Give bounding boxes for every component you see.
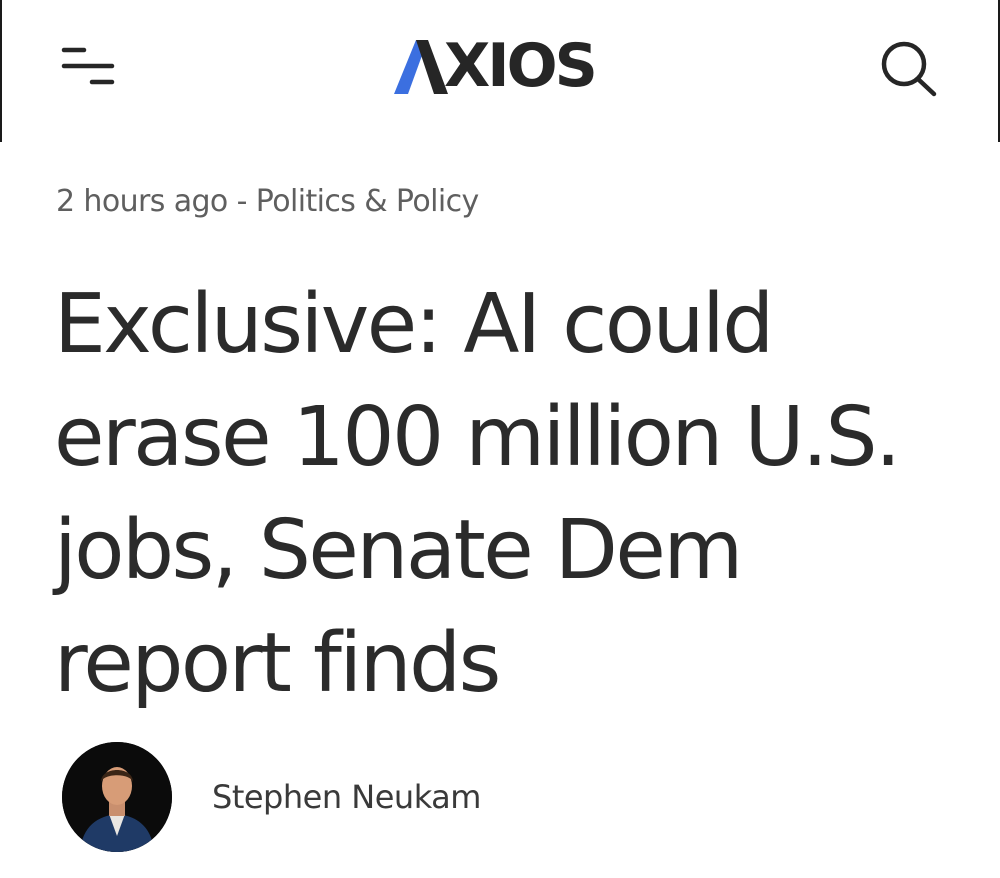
article-meta: 2 hours ago - Politics & Policy: [56, 184, 479, 219]
menu-button[interactable]: [56, 42, 120, 90]
timestamp: 2 hours ago: [56, 184, 228, 219]
axios-logo-mark: [394, 40, 448, 94]
author-photo: [62, 742, 172, 852]
headline-line: Exclusive: AI could: [54, 277, 774, 372]
headline: Exclusive: AI could erase 100 million U.…: [54, 268, 954, 720]
headline-line: jobs, Senate Dem: [54, 503, 743, 598]
author-name[interactable]: Stephen Neukam: [212, 778, 481, 816]
byline: Stephen Neukam: [62, 742, 481, 852]
search-icon: [881, 41, 937, 97]
logo-text: XIOS: [444, 31, 598, 101]
search-button[interactable]: [876, 38, 942, 98]
menu-icon: [61, 47, 115, 85]
headline-line: report finds: [54, 616, 501, 711]
top-header: XIOS: [0, 0, 1000, 142]
article-page: XIOS 2 hours ago - Politics & Policy Exc…: [0, 0, 1000, 878]
section-link[interactable]: Politics & Policy: [256, 184, 479, 219]
meta-separator: -: [227, 184, 256, 219]
axios-logo[interactable]: XIOS: [390, 30, 620, 102]
headline-line: erase 100 million U.S.: [54, 390, 901, 485]
author-avatar[interactable]: [62, 742, 172, 852]
